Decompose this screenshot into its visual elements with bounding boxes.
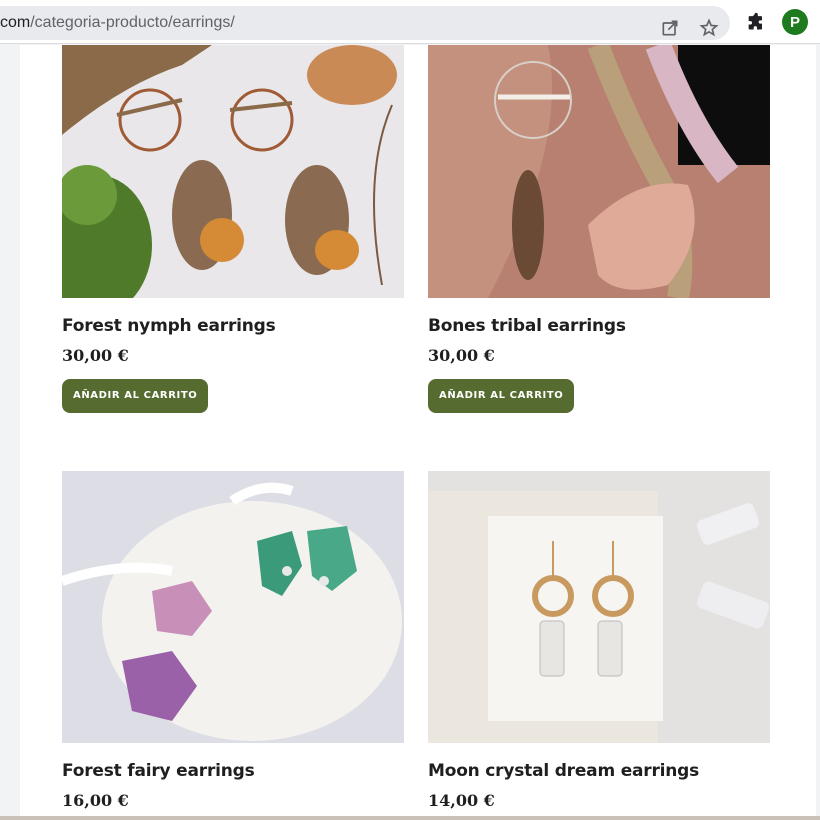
address-bar[interactable]: com/categoria-producto/earrings/ xyxy=(0,6,730,40)
product-price: 30,00 € xyxy=(62,346,129,365)
product-name[interactable]: Moon crystal dream earrings xyxy=(428,761,770,781)
profile-avatar[interactable]: P xyxy=(782,9,808,35)
url-path: /categoria-producto/earrings/ xyxy=(30,14,235,31)
bottom-edge xyxy=(0,816,820,820)
product-name[interactable]: Bones tribal earrings xyxy=(428,316,770,336)
add-to-cart-button[interactable]: AÑADIR AL CARRITO xyxy=(428,379,575,413)
url-host: com xyxy=(0,14,31,31)
product-image[interactable] xyxy=(428,471,770,743)
share-icon[interactable] xyxy=(658,16,682,40)
extensions-icon[interactable] xyxy=(745,10,769,34)
product-image[interactable] xyxy=(428,45,770,298)
star-icon[interactable] xyxy=(697,16,721,40)
product-card: Moon crystal dream earrings 14,00 € xyxy=(428,471,770,810)
browser-toolbar: com/categoria-producto/earrings/ P xyxy=(0,0,820,44)
product-card: Forest nymph earrings 30,00 € AÑADIR AL … xyxy=(62,45,404,413)
product-price: 16,00 € xyxy=(62,791,129,810)
url-text[interactable]: com/categoria-producto/earrings/ xyxy=(0,14,235,32)
product-grid: Forest nymph earrings 30,00 € AÑADIR AL … xyxy=(20,45,816,820)
product-card: Forest fairy earrings 16,00 € xyxy=(62,471,404,810)
product-price: 30,00 € xyxy=(428,346,495,365)
product-card: Bones tribal earrings 30,00 € AÑADIR AL … xyxy=(428,45,770,413)
product-name[interactable]: Forest nymph earrings xyxy=(62,316,404,336)
product-price: 14,00 € xyxy=(428,791,495,810)
product-image[interactable] xyxy=(62,45,404,298)
add-to-cart-button[interactable]: AÑADIR AL CARRITO xyxy=(62,379,209,413)
product-name[interactable]: Forest fairy earrings xyxy=(62,761,404,781)
product-image[interactable] xyxy=(62,471,404,743)
